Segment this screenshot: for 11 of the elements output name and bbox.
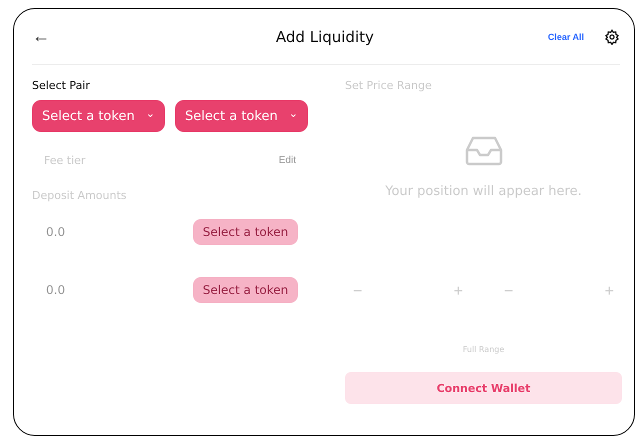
inbox-icon <box>464 136 502 166</box>
connect-wallet-button[interactable]: Connect Wallet <box>345 372 622 404</box>
caret-icon: ⌄ <box>146 108 155 118</box>
page-title: Add Liquidity <box>274 28 375 46</box>
token-select[interactable]: Select a token ⌄ <box>32 100 165 132</box>
section-label: Select Pair <box>32 79 91 92</box>
caret-icon: ⌄ <box>288 108 298 118</box>
clear-all-link[interactable]: Clear All <box>548 32 584 42</box>
back-button[interactable]: ← <box>32 26 62 47</box>
token-select[interactable]: Select a token ⌄ <box>175 100 308 132</box>
settings-icon[interactable] <box>604 28 620 44</box>
